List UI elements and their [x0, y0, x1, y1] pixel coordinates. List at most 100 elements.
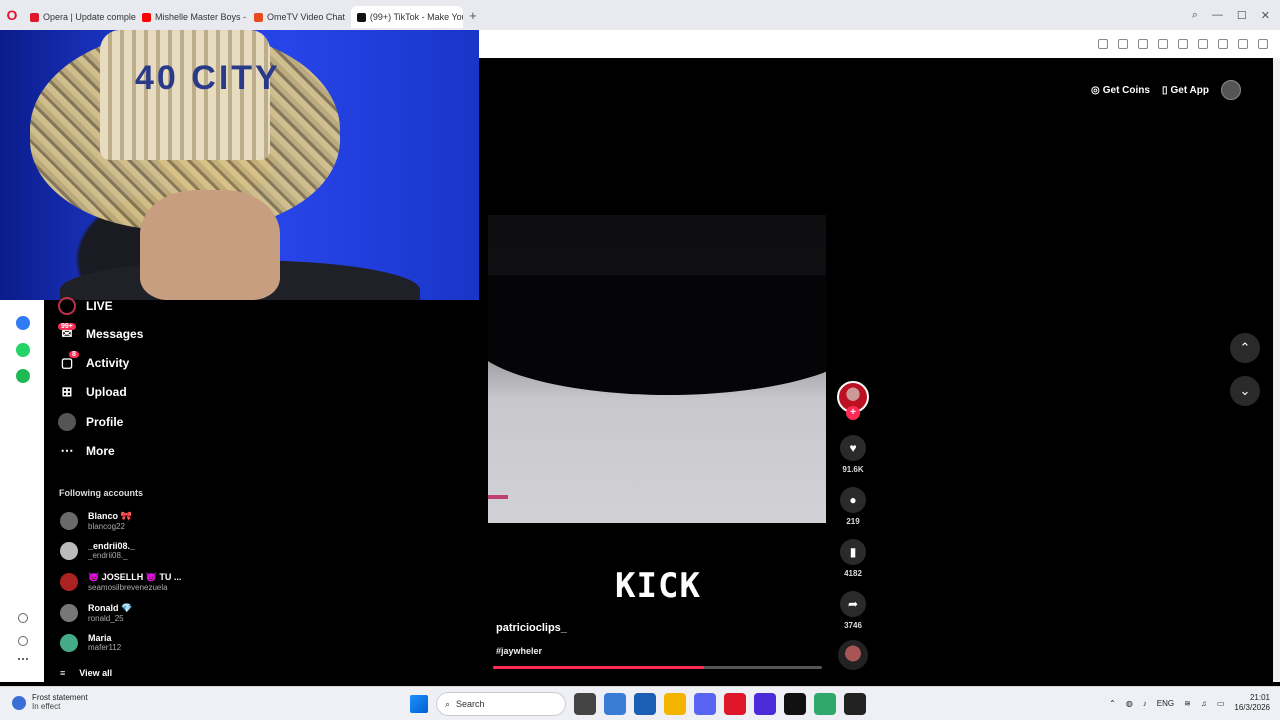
capcut-icon[interactable]: [844, 693, 866, 715]
video-author[interactable]: patricioclips_: [496, 622, 567, 634]
nav-more[interactable]: ⋯ More: [58, 442, 115, 460]
following-account[interactable]: Maria mafer112: [60, 633, 121, 652]
battery-icon[interactable]: ▭: [1217, 699, 1225, 708]
task-view-icon[interactable]: [574, 693, 596, 715]
ai-icon[interactable]: [1258, 39, 1268, 49]
follow-button[interactable]: +: [846, 406, 860, 420]
wifi-icon[interactable]: ≋: [1184, 699, 1191, 708]
windows-start-icon[interactable]: [410, 695, 428, 713]
history-icon[interactable]: [18, 636, 28, 646]
tab-ometv[interactable]: OmeTV Video Chat: [248, 6, 351, 28]
spotify-icon[interactable]: [16, 369, 30, 383]
heart-icon[interactable]: ♥: [840, 435, 866, 461]
whatsapp-icon[interactable]: [16, 343, 30, 357]
video-progress-bar[interactable]: [493, 666, 822, 669]
account-username: blancog22: [88, 522, 125, 531]
page-scrollbar[interactable]: [1273, 58, 1280, 682]
language-indicator[interactable]: ENG: [1157, 699, 1174, 708]
new-tab-button[interactable]: +: [463, 8, 483, 23]
close-icon[interactable]: ✕: [1261, 9, 1270, 22]
shield-icon[interactable]: [1138, 39, 1148, 49]
comment-icon[interactable]: ●: [840, 487, 866, 513]
minimize-icon[interactable]: —: [1212, 9, 1223, 21]
user-avatar[interactable]: [1221, 80, 1241, 100]
chevron-up-icon[interactable]: ⌃: [1109, 699, 1116, 708]
share-action: ➦ 3746: [836, 591, 870, 630]
heart-icon[interactable]: [1178, 39, 1188, 49]
network-status-icon[interactable]: ◍: [1126, 699, 1133, 708]
nav-upload[interactable]: ⊞ Upload: [58, 383, 127, 401]
get-coins-button[interactable]: ◎ Get Coins: [1091, 85, 1150, 96]
following-account[interactable]: 😈 JOSELLH 😈 TU ... seamosilbrevenezuela: [60, 572, 181, 592]
nav-label: Activity: [86, 356, 130, 370]
save-action: ▮ 4182: [836, 539, 870, 578]
windows-taskbar: Frost statement In effect ⌕ Search ⌃ ◍ ♪: [0, 686, 1280, 720]
volume-icon[interactable]: ♫: [1201, 699, 1207, 708]
obs-icon[interactable]: [754, 693, 776, 715]
following-account[interactable]: Blanco 🎀 blancog22: [60, 511, 132, 531]
weather-title: Frost statement: [32, 693, 88, 702]
get-app-button[interactable]: ▯ Get App: [1162, 85, 1209, 96]
weather-widget[interactable]: Frost statement In effect: [12, 693, 88, 711]
profile-icon[interactable]: [1218, 39, 1228, 49]
video-hashtag[interactable]: #jaywheler: [496, 646, 542, 656]
nav-profile[interactable]: Profile: [58, 413, 123, 431]
clock[interactable]: 21:01 16/3/2026: [1234, 693, 1270, 713]
avatar: [60, 573, 78, 591]
play-icon[interactable]: [1158, 39, 1168, 49]
file-explorer-icon[interactable]: [664, 693, 686, 715]
view-all-button[interactable]: ≡ View all: [60, 668, 112, 678]
avatar: [60, 604, 78, 622]
video-player[interactable]: [488, 215, 826, 523]
next-video-button[interactable]: ⌄: [1230, 376, 1260, 406]
store-icon[interactable]: [634, 693, 656, 715]
tab-tiktok[interactable]: (99+) TikTok - Make Your: [350, 6, 463, 28]
more-icon[interactable]: [18, 658, 28, 662]
camera-icon[interactable]: [1118, 39, 1128, 49]
clock-time: 21:01: [1249, 693, 1270, 702]
webcam-overlay: 40 CITY: [0, 30, 479, 300]
opera-logo-icon[interactable]: O: [0, 0, 24, 30]
nav-activity[interactable]: ▢ 8 Activity: [58, 351, 130, 372]
taskbar-apps: ⌕ Search: [410, 692, 866, 716]
opera-icon[interactable]: [724, 693, 746, 715]
tab-label: Mishelle Master Boys - La: [155, 12, 248, 22]
screen: O Opera | Update complete Mishelle Maste…: [0, 0, 1280, 720]
edit-icon[interactable]: [1098, 39, 1108, 49]
nav-live[interactable]: LIVE: [58, 297, 113, 315]
tab-youtube[interactable]: Mishelle Master Boys - La: [136, 6, 248, 28]
coin-icon: ◎: [1091, 84, 1100, 96]
bookmark-icon[interactable]: ▮: [840, 539, 866, 565]
tiktok-icon[interactable]: [784, 693, 806, 715]
account-username: ronald_25: [88, 614, 124, 623]
edge-icon[interactable]: [814, 693, 836, 715]
view-all-label: View all: [79, 668, 113, 678]
search-tabs-icon[interactable]: ⌕: [1192, 9, 1198, 22]
nav-messages[interactable]: ✉ 99+ Messages: [58, 323, 143, 343]
menu-icon[interactable]: [1198, 39, 1208, 49]
following-account[interactable]: _endrii08._ _endrii08._: [60, 541, 135, 560]
copilot-icon[interactable]: [604, 693, 626, 715]
face-image: [140, 190, 280, 300]
account-username: seamosilbrevenezuela: [88, 583, 168, 592]
tiktok-sidebar: LIVE ✉ 99+ Messages ▢ 8 Activity ⊞ Uploa…: [44, 297, 479, 682]
microphone-icon[interactable]: ♪: [1143, 699, 1147, 708]
maximize-icon[interactable]: ☐: [1237, 9, 1247, 22]
comment-action: ● 219: [836, 487, 870, 526]
heart-icon[interactable]: [18, 613, 28, 623]
share-icon[interactable]: ➦: [840, 591, 866, 617]
messages-badge: 99+: [58, 323, 76, 330]
tab-opera-update[interactable]: Opera | Update complete: [24, 6, 136, 28]
more-dots-icon: ⋯: [60, 443, 74, 458]
extensions-icon[interactable]: [1238, 39, 1248, 49]
opera-favicon-icon: [30, 12, 39, 22]
like-count: 91.6K: [842, 465, 864, 474]
account-name: Blanco 🎀: [88, 511, 132, 521]
taskbar-search[interactable]: ⌕ Search: [436, 692, 566, 716]
following-account[interactable]: Ronald 💎 ronald_25: [60, 603, 132, 623]
messenger-icon[interactable]: [16, 316, 30, 330]
previous-video-button[interactable]: ⌃: [1230, 333, 1260, 363]
account-username: mafer112: [88, 643, 122, 652]
music-disc-avatar[interactable]: [838, 640, 868, 670]
discord-icon[interactable]: [694, 693, 716, 715]
